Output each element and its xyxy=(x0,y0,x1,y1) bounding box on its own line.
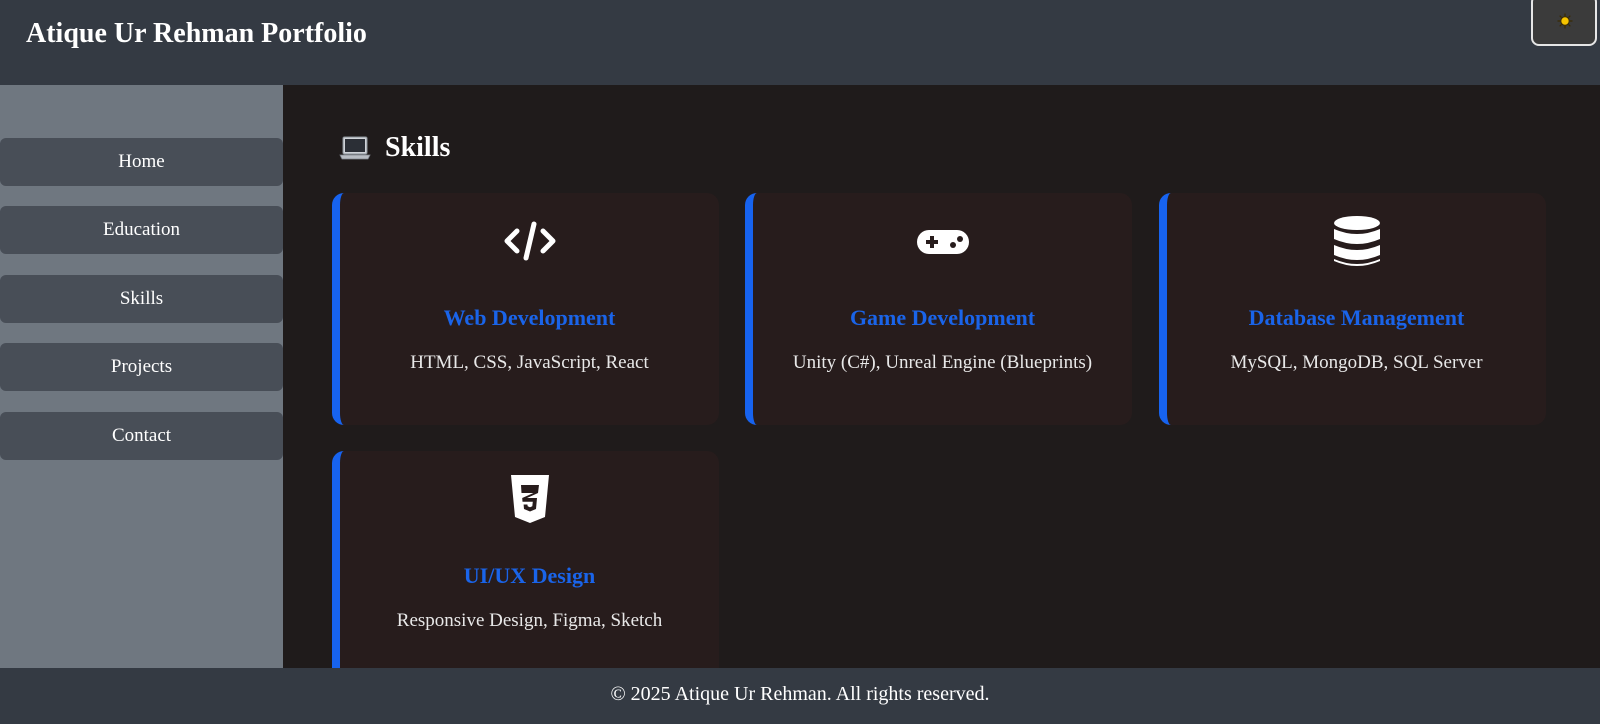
skill-card-web-development: Web Development HTML, CSS, JavaScript, R… xyxy=(332,193,719,425)
laptop-icon xyxy=(339,136,371,160)
card-title: Game Development xyxy=(849,305,1036,330)
theme-toggle-button[interactable] xyxy=(1531,0,1597,46)
site-footer: © 2025 Atique Ur Rehman. All rights rese… xyxy=(0,668,1600,724)
sidebar-item-home[interactable]: Home xyxy=(0,138,283,186)
sun-icon xyxy=(1557,13,1573,29)
sidebar: Home Education Skills Projects Contact xyxy=(0,85,283,668)
card-title: Database Management xyxy=(1248,305,1465,330)
sidebar-item-projects[interactable]: Projects xyxy=(0,343,283,391)
card-description: Responsive Design, Figma, Sketch xyxy=(396,610,663,631)
gamepad-icon xyxy=(916,230,969,254)
skill-card-game-development: Game Development Unity (C#), Unreal Engi… xyxy=(745,193,1132,425)
skill-card-ui-ux-design: UI/UX Design Responsive Design, Figma, S… xyxy=(332,451,719,668)
card-title: UI/UX Design xyxy=(463,563,596,588)
sidebar-item-contact[interactable]: Contact xyxy=(0,412,283,460)
card-description: Unity (C#), Unreal Engine (Blueprints) xyxy=(792,352,1093,373)
card-description: MySQL, MongoDB, SQL Server xyxy=(1230,352,1483,373)
site-header: Atique Ur Rehman Portfolio xyxy=(0,0,1600,85)
card-description: HTML, CSS, JavaScript, React xyxy=(410,352,649,373)
copyright-text: © 2025 Atique Ur Rehman. All rights rese… xyxy=(610,683,990,705)
section-title: Skills xyxy=(385,132,451,163)
skill-card-database-management: Database Management MySQL, MongoDB, SQL … xyxy=(1159,193,1546,425)
skills-section: Skills Web Development HTML, CSS, JavaSc… xyxy=(283,85,1600,668)
css3-icon xyxy=(510,475,549,523)
sidebar-item-skills[interactable]: Skills xyxy=(0,275,283,323)
site-title: Atique Ur Rehman Portfolio xyxy=(26,18,367,49)
card-title: Web Development xyxy=(443,305,616,330)
database-icon xyxy=(1333,216,1380,266)
code-icon xyxy=(504,221,555,261)
sidebar-item-education[interactable]: Education xyxy=(0,206,283,254)
